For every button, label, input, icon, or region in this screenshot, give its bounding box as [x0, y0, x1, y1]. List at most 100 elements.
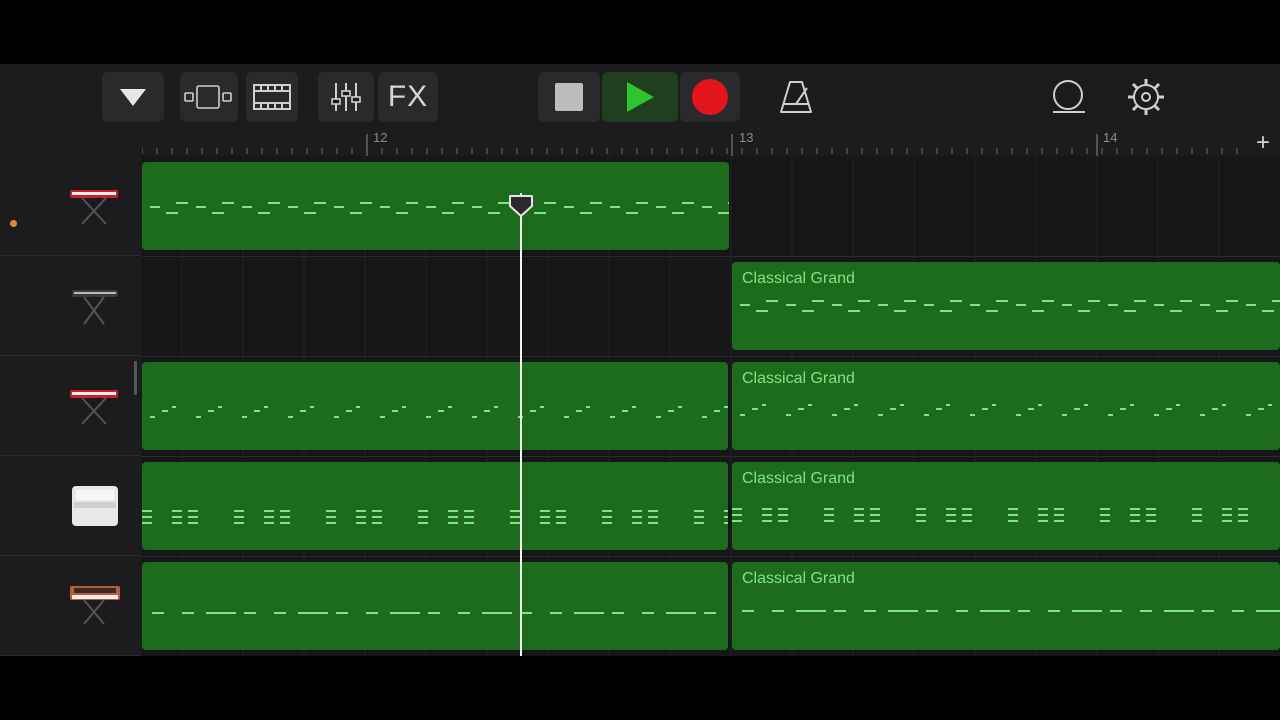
- track-header-3[interactable]: [0, 356, 140, 456]
- add-section-button[interactable]: +: [1256, 130, 1270, 156]
- midi-note: [428, 612, 440, 614]
- midi-note: [610, 206, 620, 208]
- midi-note: [564, 206, 574, 208]
- midi-note: [844, 408, 850, 410]
- midi-note: [1074, 408, 1080, 410]
- track-list-scroll-handle[interactable]: [134, 361, 137, 395]
- track-lane-5[interactable]: Classical Grand: [142, 556, 1280, 656]
- midi-note: [766, 300, 778, 302]
- live-loops-button[interactable]: [246, 72, 298, 122]
- midi-note: [1100, 520, 1110, 522]
- midi-note: [1038, 514, 1048, 516]
- midi-note: [488, 212, 500, 214]
- midi-region[interactable]: [142, 162, 729, 250]
- bar-number-12: 12: [373, 130, 388, 145]
- track-lane-2[interactable]: Classical Grand: [142, 256, 1280, 357]
- midi-note: [206, 612, 236, 614]
- tracks-area[interactable]: Classical Grand Classical Grand Classical …: [142, 156, 1280, 656]
- midi-region[interactable]: [142, 462, 728, 550]
- midi-note: [986, 310, 998, 312]
- midi-note: [448, 510, 458, 512]
- midi-note: [740, 414, 745, 416]
- midi-note: [778, 508, 788, 510]
- midi-note: [704, 612, 716, 614]
- midi-region[interactable]: Classical Grand: [732, 462, 1280, 550]
- track-header-4[interactable]: [0, 456, 140, 556]
- midi-note: [482, 612, 512, 614]
- midi-note: [176, 202, 188, 204]
- midi-note: [366, 612, 378, 614]
- view-toggle-button[interactable]: [180, 72, 238, 122]
- midi-note: [1232, 610, 1244, 612]
- midi-note: [1120, 408, 1126, 410]
- midi-note: [802, 310, 814, 312]
- record-button[interactable]: [680, 72, 740, 122]
- fx-button[interactable]: FX: [378, 72, 438, 122]
- midi-note: [1192, 508, 1202, 510]
- midi-note: [1038, 404, 1042, 406]
- midi-region[interactable]: [142, 562, 728, 650]
- midi-note: [950, 300, 962, 302]
- midi-note: [172, 522, 182, 524]
- midi-note: [762, 514, 772, 516]
- midi-note: [778, 514, 788, 516]
- midi-note: [452, 202, 464, 204]
- track-lane-3[interactable]: Classical Grand: [142, 356, 1280, 457]
- midi-note: [442, 212, 454, 214]
- midi-note: [786, 414, 791, 416]
- triangle-down-icon: [120, 89, 146, 106]
- midi-note: [510, 522, 520, 524]
- midi-note: [162, 410, 168, 412]
- track-lane-4[interactable]: Classical Grand: [142, 456, 1280, 557]
- midi-note: [1008, 514, 1018, 516]
- stop-button[interactable]: [538, 72, 600, 122]
- midi-note: [448, 406, 452, 408]
- midi-note: [916, 514, 926, 516]
- midi-note: [540, 406, 544, 408]
- midi-note: [890, 408, 896, 410]
- track-header-2[interactable]: [0, 256, 140, 356]
- midi-note: [372, 522, 382, 524]
- browser-toggle-button[interactable]: [102, 72, 164, 122]
- settings-button[interactable]: [1118, 72, 1174, 122]
- midi-note: [574, 612, 604, 614]
- metronome-button[interactable]: [766, 72, 826, 122]
- midi-note: [702, 416, 707, 418]
- playhead-handle[interactable]: [508, 194, 534, 218]
- midi-note: [946, 508, 956, 510]
- midi-region[interactable]: Classical Grand: [732, 562, 1280, 650]
- midi-note: [254, 410, 260, 412]
- midi-note: [1054, 520, 1064, 522]
- midi-note: [280, 522, 290, 524]
- track-header-1[interactable]: [0, 156, 140, 256]
- timeline-ruler[interactable]: 12 13 14 +: [142, 130, 1280, 156]
- midi-note: [946, 520, 956, 522]
- midi-note: [1008, 508, 1018, 510]
- midi-note: [1258, 408, 1264, 410]
- midi-note: [142, 522, 152, 524]
- loop-browser-button[interactable]: [1040, 72, 1096, 122]
- midi-region[interactable]: Classical Grand: [732, 362, 1280, 450]
- play-button[interactable]: [602, 72, 678, 122]
- midi-region[interactable]: [142, 362, 728, 450]
- midi-note: [980, 610, 1010, 612]
- mixer-button[interactable]: [318, 72, 374, 122]
- track-lane-1[interactable]: [142, 156, 1280, 257]
- midi-note: [1222, 520, 1232, 522]
- midi-note: [464, 516, 474, 518]
- midi-note: [648, 522, 658, 524]
- midi-note: [602, 510, 612, 512]
- midi-region[interactable]: Classical Grand: [732, 262, 1280, 350]
- midi-note: [1016, 304, 1026, 306]
- midi-note: [878, 304, 888, 306]
- midi-note: [728, 202, 729, 204]
- midi-note: [534, 212, 546, 214]
- midi-note: [854, 520, 864, 522]
- midi-note: [602, 516, 612, 518]
- track-header-5[interactable]: [0, 556, 140, 656]
- midi-note: [870, 508, 880, 510]
- midi-note: [392, 410, 398, 412]
- midi-note: [540, 516, 550, 518]
- midi-note: [304, 212, 316, 214]
- midi-note: [264, 406, 268, 408]
